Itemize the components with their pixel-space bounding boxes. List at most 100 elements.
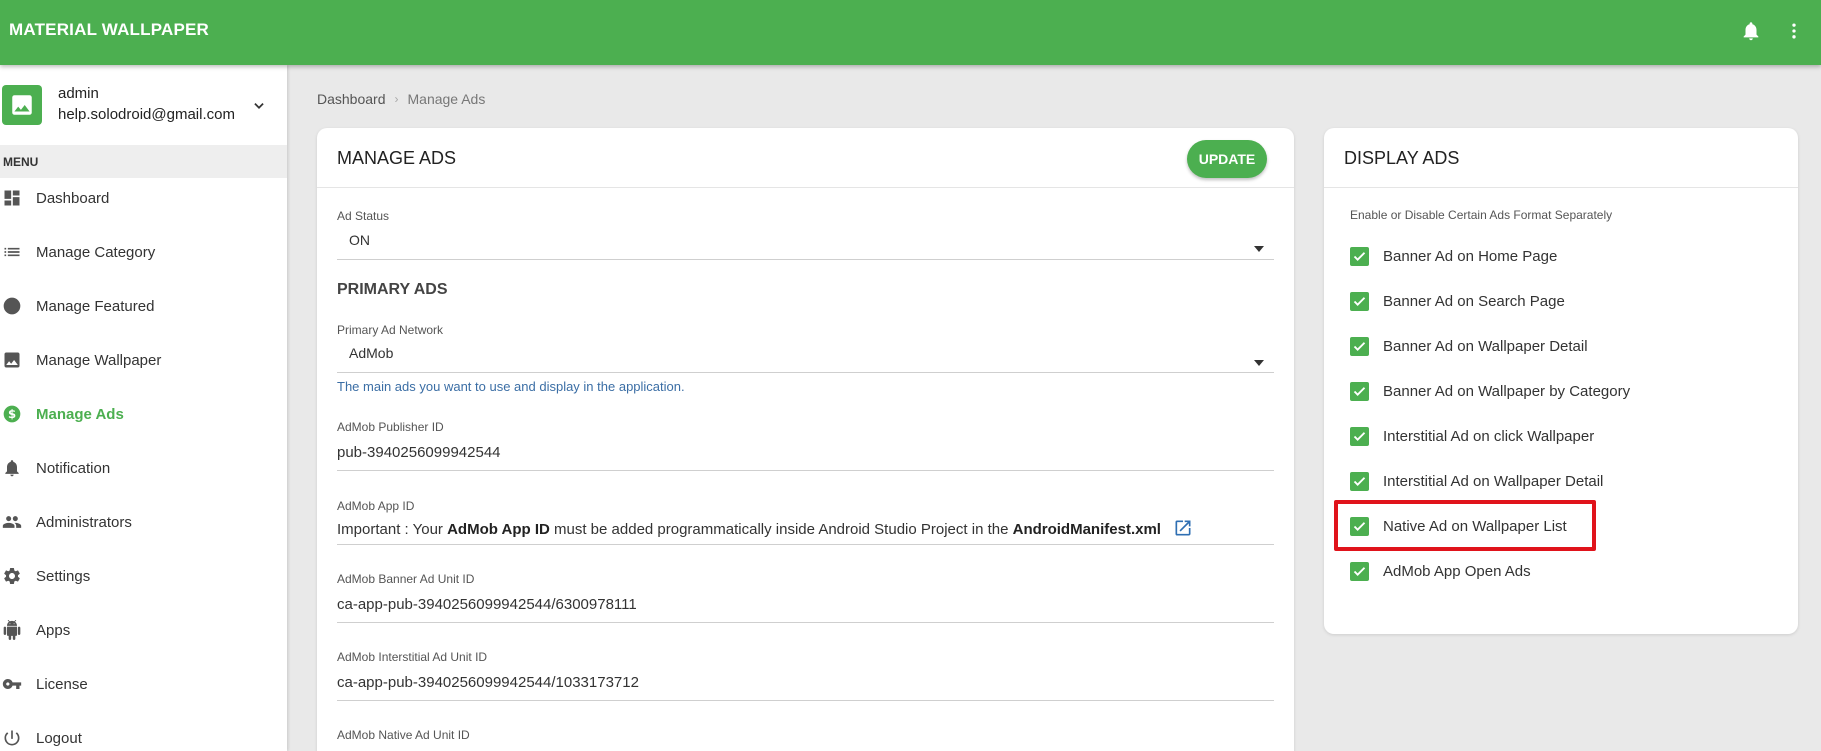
chevron-down-icon[interactable] <box>252 99 266 113</box>
checkbox-checked-icon <box>1350 471 1369 491</box>
native-unit-label: AdMob Native Ad Unit ID <box>337 728 470 742</box>
update-button[interactable]: UPDATE <box>1187 140 1267 178</box>
highlight-annotation-box <box>1334 500 1596 551</box>
bell-icon[interactable] <box>1740 18 1762 44</box>
field-underline <box>337 372 1274 373</box>
checkbox-label: Banner Ad on Wallpaper by Category <box>1383 382 1631 400</box>
bell-icon <box>2 458 22 478</box>
primary-network-value: AdMob <box>349 345 394 361</box>
checkbox-label: Banner Ad on Home Page <box>1383 247 1558 265</box>
sidebar-item-logout[interactable]: Logout <box>0 718 287 751</box>
field-underline <box>337 700 1274 701</box>
publisher-id-input[interactable]: pub-3940256099942544 <box>337 444 501 461</box>
user-email: help.solodroid@gmail.com <box>58 106 235 123</box>
manage-ads-title: MANAGE ADS <box>337 148 457 168</box>
image-icon <box>2 350 22 370</box>
checkbox-app-open-ads[interactable]: AdMob App Open Ads <box>1350 559 1531 583</box>
checkbox-checked-icon <box>1350 561 1369 581</box>
display-ads-title: DISPLAY ADS <box>1344 148 1460 168</box>
sidebar-item-manage-wallpaper[interactable]: Manage Wallpaper <box>0 340 287 380</box>
people-icon <box>2 512 22 532</box>
banner-unit-input[interactable]: ca-app-pub-3940256099942544/6300978111 <box>337 596 637 613</box>
sidebar-item-label: Manage Wallpaper <box>36 351 162 369</box>
interstitial-unit-input[interactable]: ca-app-pub-3940256099942544/1033173712 <box>337 674 639 691</box>
key-icon <box>2 674 22 694</box>
field-underline <box>337 622 1274 623</box>
sidebar-item-license[interactable]: License <box>0 664 287 704</box>
ad-status-value: ON <box>349 232 370 248</box>
interstitial-unit-label: AdMob Interstitial Ad Unit ID <box>337 650 488 664</box>
checkbox-interstitial-click[interactable]: Interstitial Ad on click Wallpaper <box>1350 424 1594 448</box>
checkbox-label: Interstitial Ad on click Wallpaper <box>1383 427 1595 445</box>
checkbox-checked-icon <box>1350 246 1369 266</box>
sidebar-item-notification[interactable]: Notification <box>0 448 287 488</box>
checkbox-banner-search[interactable]: Banner Ad on Search Page <box>1350 289 1565 313</box>
breadcrumb-current: Manage Ads <box>407 91 486 107</box>
sidebar-item-label: Notification <box>36 459 111 477</box>
sidebar-item-dashboard[interactable]: Dashboard <box>0 178 287 218</box>
dropdown-arrow-icon <box>1254 353 1264 366</box>
checkbox-label: Banner Ad on Wallpaper Detail <box>1383 337 1588 355</box>
dropdown-arrow-icon <box>1254 239 1264 252</box>
gear-icon <box>2 566 22 586</box>
sidebar-item-label: Dashboard <box>36 189 110 207</box>
sidebar-item-manage-ads[interactable]: $ Manage Ads <box>0 394 287 434</box>
sidebar-item-label: Settings <box>36 567 91 585</box>
divider <box>1324 187 1798 188</box>
sidebar-item-administrators[interactable]: Administrators <box>0 502 287 542</box>
primary-network-label: Primary Ad Network <box>337 323 444 337</box>
checkbox-checked-icon <box>1350 381 1369 401</box>
field-underline <box>337 470 1274 471</box>
checkbox-label: AdMob App Open Ads <box>1383 562 1531 580</box>
banner-unit-label: AdMob Banner Ad Unit ID <box>337 572 475 586</box>
list-icon <box>2 242 22 262</box>
checkbox-label: Interstitial Ad on Wallpaper Detail <box>1383 472 1604 490</box>
sidebar-item-label: Apps <box>36 621 71 639</box>
menu-header: MENU <box>0 145 287 178</box>
field-underline <box>337 544 1274 545</box>
user-name: admin <box>58 85 99 102</box>
breadcrumb-dashboard-link[interactable]: Dashboard <box>317 91 386 107</box>
sidebar-item-label: Logout <box>36 729 82 747</box>
sidebar-item-manage-category[interactable]: Manage Category <box>0 232 287 272</box>
sidebar-item-manage-featured[interactable]: Manage Featured <box>0 286 287 326</box>
circle-icon <box>2 296 22 316</box>
breadcrumb: Dashboard › Manage Ads <box>317 91 485 107</box>
checkbox-banner-wallpaper-detail[interactable]: Banner Ad on Wallpaper Detail <box>1350 334 1588 358</box>
checkbox-banner-wallpaper-category[interactable]: Banner Ad on Wallpaper by Category <box>1350 379 1630 403</box>
field-underline <box>337 259 1274 260</box>
note-text: Important : Your <box>337 521 448 538</box>
sidebar-item-settings[interactable]: Settings <box>0 556 287 596</box>
publisher-id-label: AdMob Publisher ID <box>337 420 444 434</box>
sidebar-item-label: Manage Ads <box>36 405 124 423</box>
checkbox-checked-icon <box>1350 291 1369 311</box>
dollar-icon: $ <box>2 404 22 424</box>
checkbox-checked-icon <box>1350 426 1369 446</box>
sidebar-item-label: Manage Category <box>36 243 156 261</box>
sidebar-item-label: Administrators <box>36 513 132 531</box>
more-vertical-icon[interactable] <box>1784 18 1804 44</box>
android-icon <box>2 620 22 640</box>
app-title: MATERIAL WALLPAPER <box>9 20 210 39</box>
checkbox-banner-home[interactable]: Banner Ad on Home Page <box>1350 244 1557 268</box>
ad-status-label: Ad Status <box>337 209 390 223</box>
note-bold-app-id: AdMob App ID <box>447 521 550 538</box>
svg-text:$: $ <box>8 407 16 421</box>
avatar <box>2 85 42 125</box>
checkbox-checked-icon <box>1350 336 1369 356</box>
sidebar: admin help.solodroid@gmail.com MENU Dash… <box>0 65 287 751</box>
note-text: must be added programmatically inside An… <box>549 521 1013 538</box>
divider <box>317 187 1294 188</box>
top-app-bar: MATERIAL WALLPAPER <box>0 0 1821 65</box>
primary-network-hint: The main ads you want to use and display… <box>337 379 685 394</box>
app-id-label: AdMob App ID <box>337 499 415 513</box>
open-in-new-icon[interactable] <box>1173 518 1193 538</box>
note-bold-manifest: AndroidManifest.xml <box>1012 521 1161 538</box>
display-ads-caption: Enable or Disable Certain Ads Format Sep… <box>1350 208 1613 222</box>
power-icon <box>2 728 22 748</box>
chevron-right-icon: › <box>394 92 399 106</box>
sidebar-item-apps[interactable]: Apps <box>0 610 287 650</box>
user-info[interactable]: admin help.solodroid@gmail.com <box>0 65 287 145</box>
dashboard-icon <box>2 188 22 208</box>
checkbox-interstitial-detail[interactable]: Interstitial Ad on Wallpaper Detail <box>1350 469 1603 493</box>
